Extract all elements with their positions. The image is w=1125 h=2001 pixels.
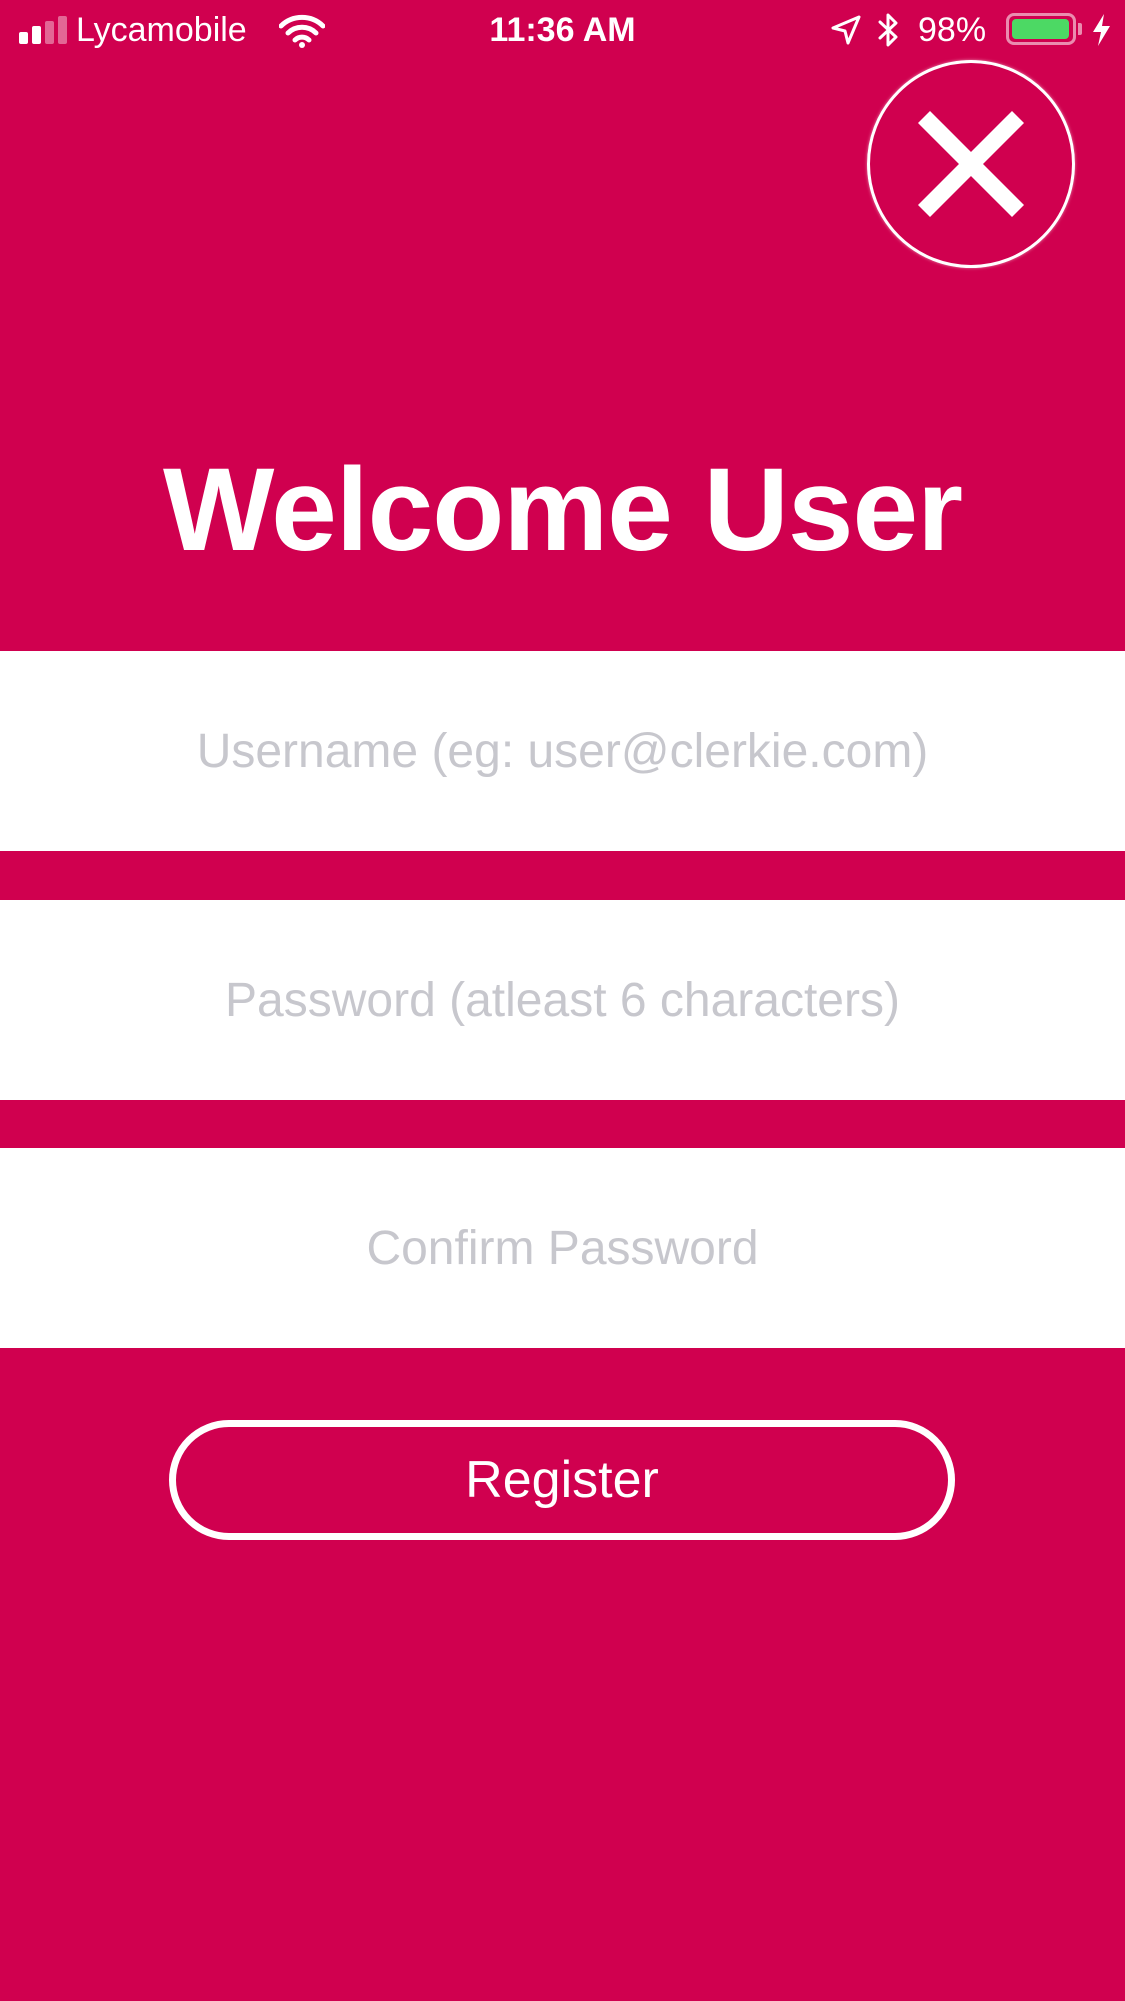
register-button[interactable]: Register bbox=[169, 1420, 955, 1540]
battery-tip bbox=[1078, 23, 1082, 35]
charging-bolt-icon bbox=[1090, 12, 1112, 53]
password-field-container bbox=[0, 900, 1125, 1100]
confirm-password-field-container bbox=[0, 1148, 1125, 1348]
battery-level bbox=[1012, 19, 1069, 39]
bluetooth-icon bbox=[876, 12, 902, 53]
status-bar: Lycamobile 11:36 AM 98% bbox=[0, 0, 1125, 62]
battery-percentage: 98% bbox=[918, 11, 987, 49]
confirm-password-input[interactable] bbox=[0, 1148, 1125, 1348]
username-input[interactable] bbox=[0, 651, 1125, 851]
username-field-container bbox=[0, 651, 1125, 851]
close-button[interactable] bbox=[867, 60, 1075, 268]
close-icon bbox=[917, 110, 1025, 218]
page-title: Welcome User bbox=[162, 444, 963, 576]
battery-icon bbox=[1006, 13, 1076, 45]
location-arrow-icon bbox=[830, 14, 862, 51]
password-input[interactable] bbox=[0, 900, 1125, 1100]
